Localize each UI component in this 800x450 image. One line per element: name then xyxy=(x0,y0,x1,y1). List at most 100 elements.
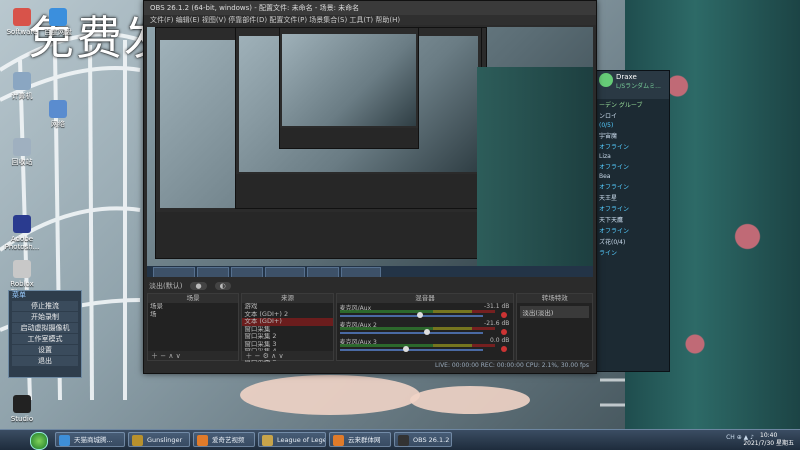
chat-list-item[interactable]: オフライン xyxy=(596,141,669,152)
taskbar-item-label: 云来群体网 xyxy=(348,436,381,444)
tray-menu-item[interactable]: 停止推流 xyxy=(12,301,78,311)
scene-item[interactable]: 场景 xyxy=(148,303,238,311)
volume-meter xyxy=(339,327,496,330)
desktop-icon-label: Studio xyxy=(10,415,34,423)
desktop-icon-label: Software xyxy=(6,28,38,36)
volume-slider[interactable] xyxy=(339,332,484,334)
mixer-channel: 麦克风/Aux 2 -21.6 dB xyxy=(337,320,514,337)
desktop-icon-image xyxy=(13,260,31,278)
transition-button-a[interactable]: ● xyxy=(190,281,207,290)
taskbar-item[interactable]: 天猫商城腾... xyxy=(55,432,125,447)
sources-toolbar[interactable]: ＋ − ⚙ ∧ ∨ xyxy=(242,351,333,360)
volume-slider[interactable] xyxy=(339,315,484,317)
volume-slider[interactable] xyxy=(339,349,484,351)
taskbar-item[interactable]: 爱奇艺视频 xyxy=(193,432,255,447)
chat-list-item[interactable]: オフライン xyxy=(596,225,669,236)
chat-list-item[interactable]: 宇宙魔 xyxy=(596,130,669,141)
taskbar-item[interactable]: 云来群体网 xyxy=(329,432,391,447)
chat-list-item[interactable]: 天王星 xyxy=(596,192,669,203)
chat-list-item[interactable]: Liza xyxy=(596,152,669,161)
source-item[interactable]: 窗口采集 xyxy=(242,326,332,334)
tray-menu-item[interactable]: 退出 xyxy=(12,356,78,366)
captured-taskbar xyxy=(147,266,593,277)
taskbar-item[interactable]: Gunslinger xyxy=(128,432,190,447)
chat-header: Draxe L/Sランダムミ... xyxy=(596,71,669,99)
sources-header: 来源 xyxy=(242,294,333,303)
desktop-icon-image xyxy=(13,138,31,156)
tray-menu-item[interactable]: 启动虚拟摄像机 xyxy=(12,323,78,333)
chat-list-item[interactable]: オフライン xyxy=(596,161,669,172)
obs-preview[interactable] xyxy=(147,27,593,277)
mute-icon[interactable] xyxy=(501,329,508,335)
tray-menu-item[interactable]: 工作室模式 xyxy=(12,334,78,344)
obs-menu-bar[interactable]: 文件(F) 编辑(E) 视图(V) 停靠部件(D) 配置文件(P) 场景集合(S… xyxy=(144,15,596,25)
obs-title-bar[interactable]: OBS 26.1.2 (64-bit, windows) - 配置文件: 未命名… xyxy=(144,1,596,15)
chat-list-item[interactable]: ライン xyxy=(596,247,669,258)
mute-icon[interactable] xyxy=(501,312,508,318)
transition-label: 淡出(默认) xyxy=(149,281,183,290)
taskbar-app-icon xyxy=(59,435,70,446)
mixer-channel-db: -31.1 dB xyxy=(484,303,510,310)
source-item[interactable]: 窗口采集 2 xyxy=(242,333,332,341)
desktop-icon[interactable]: 计算机 xyxy=(2,72,42,100)
chat-window[interactable]: Draxe L/Sランダムミ... ーデン グルーブ ンロイ (0/5) 宇宙魔 オフ… xyxy=(595,70,670,372)
desktop-icon-label: 网络 xyxy=(51,120,65,128)
chat-list-item[interactable]: Bea xyxy=(596,172,669,181)
source-item[interactable]: 文本 (GDI+) xyxy=(242,318,333,326)
clock-time: 10:40 xyxy=(760,432,778,439)
obs-status-bar: LIVE: 00:00:00 REC: 00:00:00 CPU: 2.1%, … xyxy=(434,362,589,369)
start-button[interactable] xyxy=(30,432,48,450)
mixer-channel: 麦克风/Aux 3 0.0 dB xyxy=(337,337,514,354)
taskbar-app-icon xyxy=(262,435,273,446)
avatar[interactable] xyxy=(599,73,613,87)
transitions-dock[interactable]: 转场特效 淡出(淡出) xyxy=(516,293,594,361)
taskbar-app-icon xyxy=(333,435,344,446)
taskbar-item[interactable]: OBS 26.1.2 (64... xyxy=(394,432,452,447)
obs-tray-menu[interactable]: 菜单 停止推流 开始录制 启动虚拟摄像机 工作室模式 设置 退出 xyxy=(8,290,82,378)
desktop-icon[interactable]: Adobe Photosh... xyxy=(2,215,42,251)
taskbar-item-label: 天猫商城腾... xyxy=(74,436,113,444)
taskbar-app-icon xyxy=(398,435,409,446)
desktop-icon[interactable]: Studio xyxy=(2,395,42,423)
desktop-icon[interactable]: 网络 xyxy=(38,100,78,128)
chat-list-item[interactable]: ンロイ xyxy=(596,110,669,121)
tray-menu-item[interactable]: 开始录制 xyxy=(12,312,78,322)
scenes-toolbar[interactable]: ＋ − ∧ ∨ xyxy=(148,351,239,360)
source-item[interactable]: 窗口采集 3 xyxy=(242,341,332,349)
tray-menu-item[interactable]: 设置 xyxy=(12,345,78,355)
transition-select[interactable]: 淡出(淡出) xyxy=(520,306,590,318)
chat-list-item[interactable]: (0/5) xyxy=(596,121,669,130)
taskbar-item-label: Gunslinger xyxy=(147,436,183,444)
source-item[interactable]: 文本 (GDI+) 2 xyxy=(242,311,332,319)
taskbar-app-icon xyxy=(132,435,143,446)
clock[interactable]: 10:40 2021/7/30 星期五 xyxy=(743,432,794,448)
chat-list-item[interactable]: ズ花(0/4) xyxy=(596,236,669,247)
transition-button-b[interactable]: ◐ xyxy=(214,281,231,290)
obs-window[interactable]: OBS 26.1.2 (64-bit, windows) - 配置文件: 未命名… xyxy=(143,0,597,374)
desktop-icon-label: 回收站 xyxy=(11,158,33,166)
transitions-header: 转场特效 xyxy=(517,294,593,303)
volume-slider-knob[interactable] xyxy=(423,329,430,335)
scene-item[interactable]: 场 xyxy=(148,311,238,319)
desktop-icon[interactable]: 回收站 xyxy=(2,138,42,166)
volume-slider-knob[interactable] xyxy=(416,312,423,318)
taskbar-item-label: OBS 26.1.2 (64... xyxy=(413,436,451,444)
mixer-dock[interactable]: 混音器 麦克风/Aux -31.1 dB 麦克风/Aux 2 -21.6 dB 麦克风/… xyxy=(335,293,515,361)
chat-list-item[interactable]: オフライン xyxy=(596,181,669,192)
scenes-dock[interactable]: 场景 场景场 ＋ − ∧ ∨ xyxy=(147,293,240,361)
taskbar-item[interactable]: League of Lege... xyxy=(258,432,326,447)
chat-list-item[interactable]: 天下天鷹 xyxy=(596,214,669,225)
source-item[interactable]: 游戏 xyxy=(242,303,332,311)
desktop-icon-label: Adobe Photosh... xyxy=(4,235,40,251)
sources-dock[interactable]: 来源 游戏 文本 (GDI+) 2 文本 (GDI+) 窗口采集 窗口采集 2 窗口采集 … xyxy=(241,293,334,362)
chat-group[interactable]: ーデン グルーブ xyxy=(596,99,669,110)
desktop-icon-image xyxy=(49,8,67,26)
mute-icon[interactable] xyxy=(501,346,508,352)
desktop-icon[interactable]: Software xyxy=(2,8,42,36)
mixer-channel-db: 0.0 dB xyxy=(490,337,510,344)
volume-slider-knob[interactable] xyxy=(402,346,409,352)
desktop-icon[interactable]: 百度网盘 xyxy=(38,8,78,36)
chat-list-item[interactable]: オフライン xyxy=(596,203,669,214)
tray-menu-title: 菜单 xyxy=(12,291,26,299)
taskbar-app-icon xyxy=(197,435,208,446)
